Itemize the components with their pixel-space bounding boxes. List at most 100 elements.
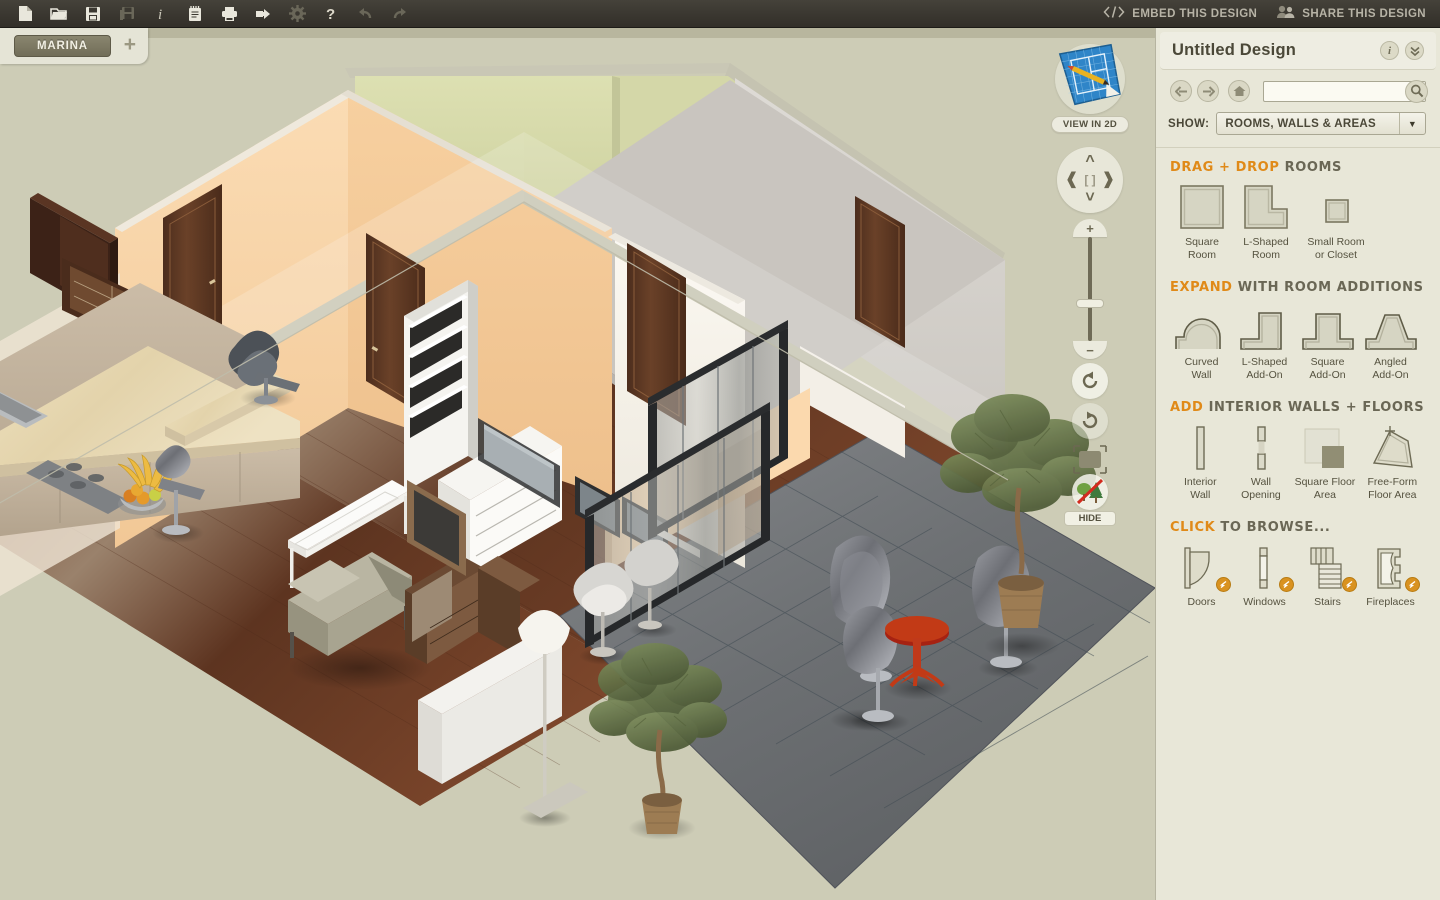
section-title-highlight: CLICK — [1170, 520, 1216, 535]
item-free-form-floor-area[interactable]: Free-Form Floor Area — [1359, 423, 1426, 502]
item-caption: Square Floor Area — [1294, 476, 1356, 501]
svg-text:?: ? — [326, 6, 335, 22]
item-windows[interactable]: Windows — [1233, 543, 1296, 609]
top-toolbar: i ? EMBED THIS DESIGN SHARE THIS DESIGN — [0, 0, 1440, 28]
item-square-addon[interactable]: Square Add-On — [1296, 303, 1359, 382]
pan-right-icon[interactable]: ❱ — [1102, 172, 1115, 188]
pan-up-icon[interactable]: ^ — [1085, 154, 1094, 170]
select-tool-button[interactable] — [1069, 444, 1111, 476]
panel-collapse-icon[interactable] — [1405, 41, 1424, 60]
item-caption: Angled Add-On — [1372, 356, 1409, 381]
item-interior-wall[interactable]: Interior Wall — [1170, 423, 1231, 502]
section-title-highlight: DRAG + DROP — [1170, 160, 1280, 175]
hide-plants-button[interactable] — [1072, 474, 1108, 510]
panel-info-icon[interactable]: i — [1380, 41, 1399, 60]
design-title: Untitled Design — [1172, 41, 1297, 59]
zoom-thumb[interactable] — [1076, 299, 1104, 308]
panel-back-button[interactable] — [1170, 80, 1192, 102]
curved-wall-icon — [1170, 303, 1233, 351]
doors-icon — [1170, 543, 1233, 592]
square-room-icon — [1170, 183, 1234, 231]
info-icon[interactable]: i — [144, 1, 178, 27]
search-submit-icon[interactable] — [1405, 79, 1428, 103]
document-tab-marina[interactable]: MARINA — [14, 35, 111, 57]
stairs-icon — [1296, 543, 1359, 592]
hide-label[interactable]: HIDE — [1064, 511, 1116, 526]
panel-search[interactable] — [1263, 79, 1428, 103]
notes-icon[interactable] — [178, 1, 212, 27]
section-title: ADD INTERIOR WALLS + FLOORS — [1170, 400, 1426, 415]
blueprint-icon — [1057, 42, 1123, 108]
pan-down-icon[interactable]: ˅ — [1085, 190, 1094, 206]
item-l-shaped-room[interactable]: L-Shaped Room — [1234, 183, 1298, 262]
item-caption: Curved Wall — [1184, 356, 1219, 381]
rotate-right-button[interactable] — [1072, 403, 1108, 439]
zoom-slider[interactable]: + − — [1068, 219, 1112, 359]
angled-addon-icon — [1359, 303, 1422, 351]
zoom-out-button[interactable]: − — [1073, 341, 1107, 359]
pan-left-icon[interactable]: ❰ — [1065, 172, 1078, 188]
item-angled-addon[interactable]: Angled Add-On — [1359, 303, 1422, 382]
section-items: Curved Wall L-Shaped Add-On Square Add-On — [1170, 303, 1426, 382]
share-design-button[interactable]: SHARE THIS DESIGN — [1277, 5, 1426, 22]
design-canvas-3d[interactable]: VIEW IN 2D ^ ˅ ❰ ❱ [ ] + − HIDE — [0, 28, 1155, 900]
people-icon — [1277, 5, 1295, 22]
topbar-actions: EMBED THIS DESIGN SHARE THIS DESIGN — [1103, 5, 1440, 22]
item-fireplaces[interactable]: Fireplaces — [1359, 543, 1422, 609]
item-square-floor-area[interactable]: Square Floor Area — [1291, 423, 1358, 502]
recenter-icon[interactable]: [ ] — [1084, 174, 1095, 186]
print-icon[interactable] — [212, 1, 246, 27]
code-brackets-icon — [1103, 6, 1125, 21]
section-title: DRAG + DROP ROOMS — [1170, 160, 1426, 175]
settings-gear-icon[interactable] — [280, 1, 314, 27]
wall-opening-icon — [1231, 423, 1292, 471]
zoom-in-button[interactable]: + — [1073, 219, 1107, 237]
save-icon[interactable] — [76, 1, 110, 27]
item-stairs[interactable]: Stairs — [1296, 543, 1359, 609]
panel-header-buttons: i — [1380, 41, 1424, 60]
save-as-icon[interactable] — [110, 1, 144, 27]
panel-forward-button[interactable] — [1197, 80, 1219, 102]
view-in-2d-label[interactable]: VIEW IN 2D — [1051, 116, 1129, 133]
section-items: Doors Windows Stairs Fireplaces — [1170, 543, 1426, 609]
svg-text:i: i — [158, 7, 162, 22]
section-room-additions: EXPAND WITH ROOM ADDITIONS Curved Wall L-… — [1156, 262, 1440, 382]
panel-nav-row — [1156, 70, 1440, 103]
new-document-icon[interactable] — [8, 1, 42, 27]
panel-home-button[interactable] — [1228, 80, 1250, 102]
viewport-controls: VIEW IN 2D ^ ˅ ❰ ❱ [ ] + − HIDE — [1047, 42, 1133, 526]
chevron-down-icon[interactable]: ▼ — [1399, 113, 1425, 134]
redo-icon[interactable] — [382, 1, 416, 27]
browse-badge[interactable] — [1405, 577, 1420, 592]
item-doors[interactable]: Doors — [1170, 543, 1233, 609]
item-small-room-closet[interactable]: Small Room or Closet — [1298, 183, 1374, 262]
pan-directional-pad[interactable]: ^ ˅ ❰ ❱ [ ] — [1057, 147, 1123, 213]
show-filter-row: SHOW: ROOMS, WALLS & AREAS ▼ — [1156, 102, 1440, 135]
browse-badge[interactable] — [1216, 577, 1231, 592]
add-tab-button[interactable]: + — [124, 34, 136, 58]
item-curved-wall[interactable]: Curved Wall — [1170, 303, 1233, 382]
item-caption: Square Add-On — [1309, 356, 1346, 381]
toolbar-icon-group: i ? — [0, 1, 416, 27]
view-in-2d-button[interactable] — [1055, 42, 1125, 114]
item-square-room[interactable]: Square Room — [1170, 183, 1234, 262]
help-icon[interactable]: ? — [314, 1, 348, 27]
section-title-rest: ROOMS — [1284, 160, 1343, 175]
section-title: EXPAND WITH ROOM ADDITIONS — [1170, 280, 1426, 295]
item-caption: Stairs — [1314, 596, 1341, 608]
zoom-track[interactable] — [1088, 237, 1092, 341]
free-form-floor-area-icon — [1359, 423, 1426, 471]
show-dropdown[interactable]: ROOMS, WALLS & AREAS ▼ — [1216, 112, 1426, 135]
browse-badge[interactable] — [1279, 577, 1294, 592]
undo-icon[interactable] — [348, 1, 382, 27]
embed-design-button[interactable]: EMBED THIS DESIGN — [1103, 6, 1257, 21]
small-room-closet-icon — [1298, 183, 1374, 231]
open-folder-icon[interactable] — [42, 1, 76, 27]
item-l-shaped-addon[interactable]: L-Shaped Add-On — [1233, 303, 1296, 382]
section-title-rest: TO BROWSE... — [1220, 520, 1331, 535]
rotate-left-button[interactable] — [1072, 363, 1108, 399]
item-wall-opening[interactable]: Wall Opening — [1231, 423, 1292, 502]
browse-badge[interactable] — [1342, 577, 1357, 592]
search-input[interactable] — [1263, 80, 1426, 102]
export-icon[interactable] — [246, 1, 280, 27]
